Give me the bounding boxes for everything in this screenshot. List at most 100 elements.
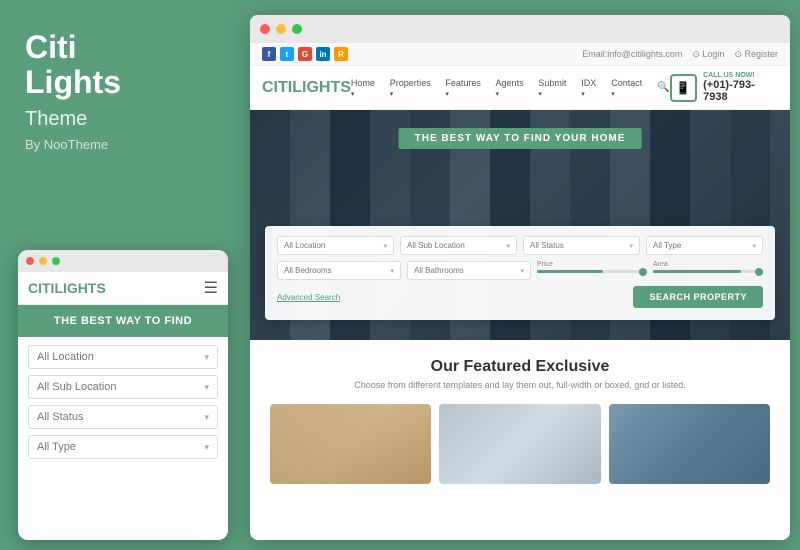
price-slider-track[interactable] <box>537 270 647 273</box>
mobile-dot-yellow <box>39 257 47 265</box>
nav-contact[interactable]: Contact <box>611 78 647 98</box>
property-image-2 <box>439 404 600 484</box>
topbar-social: f t G in R <box>262 47 348 61</box>
property-image-3 <box>609 404 770 484</box>
arrow-bedrooms: ▾ <box>390 267 394 275</box>
mobile-select-sublocation[interactable]: All Sub Location ▾ <box>28 375 218 399</box>
arrow-bathrooms: ▾ <box>520 267 524 275</box>
browser-mockup: f t G in R Email:info@citilights.com ⊙ L… <box>250 15 790 540</box>
price-slider-fill <box>537 270 603 273</box>
mobile-logo: CITILIGHTS <box>28 280 106 296</box>
left-panel: CitiLights Theme By NooTheme CITILIGHTS … <box>0 0 240 550</box>
featured-description: Choose from different templates and lay … <box>270 380 770 390</box>
price-slider-group: Price <box>537 261 647 280</box>
mobile-mockup: CITILIGHTS ☰ THE BEST WAY TO FIND All Lo… <box>18 250 228 540</box>
phone-icon: 📱 <box>670 74 698 102</box>
mobile-dot-red <box>26 257 34 265</box>
select-type[interactable]: All Type ▾ <box>646 236 763 255</box>
linkedin-icon[interactable]: in <box>316 47 330 61</box>
brand-title: CitiLights <box>25 30 215 100</box>
browser-titlebar <box>250 15 790 43</box>
mobile-dot-green <box>52 257 60 265</box>
brand-by: By NooTheme <box>25 137 215 152</box>
nav-search-icon[interactable]: 🔍 <box>657 82 669 93</box>
featured-section: Our Featured Exclusive Choose from diffe… <box>250 340 790 502</box>
nav-agents[interactable]: Agents <box>496 78 529 98</box>
mobile-select-status-label: All Status <box>37 411 83 423</box>
facebook-icon[interactable]: f <box>262 47 276 61</box>
search-property-button[interactable]: Search Property <box>633 286 763 308</box>
property-card-1[interactable] <box>270 404 431 484</box>
mobile-hero-banner: THE BEST WAY TO FIND <box>18 305 228 337</box>
property-image-1 <box>270 404 431 484</box>
nav-submit[interactable]: Submit <box>538 78 571 98</box>
phone-number: (+01)-793-7938 <box>703 79 778 103</box>
property-cards <box>270 404 770 484</box>
nav-features[interactable]: Features <box>445 78 485 98</box>
mobile-logo-citi: CITI <box>28 280 54 296</box>
mobile-select-arrow-2: ▾ <box>204 382 209 393</box>
mobile-menu-icon[interactable]: ☰ <box>204 278 218 298</box>
site-navbar: CITILIGHTS Home Properties Features Agen… <box>250 66 790 110</box>
search-row-2: All Bedrooms ▾ All Bathrooms ▾ Price Are… <box>277 261 763 280</box>
select-bathrooms[interactable]: All Bathrooms ▾ <box>407 261 531 280</box>
area-label: Area <box>653 261 763 268</box>
mobile-select-location-label: All Location <box>37 351 94 363</box>
topbar-register[interactable]: ⊙ Register <box>734 49 778 60</box>
topbar-login[interactable]: ⊙ Login <box>692 49 724 60</box>
featured-title: Our Featured Exclusive <box>270 358 770 376</box>
browser-dot-yellow[interactable] <box>276 24 286 34</box>
browser-dot-green[interactable] <box>292 24 302 34</box>
mobile-select-status[interactable]: All Status ▾ <box>28 405 218 429</box>
arrow-status: ▾ <box>629 242 633 250</box>
property-card-2[interactable] <box>439 404 600 484</box>
price-label: Price <box>537 261 647 268</box>
nav-home[interactable]: Home <box>351 78 380 98</box>
mobile-logo-lights: LIGHTS <box>54 280 105 296</box>
arrow-type: ▾ <box>752 242 756 250</box>
select-status[interactable]: All Status ▾ <box>523 236 640 255</box>
browser-dot-red[interactable] <box>260 24 270 34</box>
rss-icon[interactable]: R <box>334 47 348 61</box>
select-bedrooms[interactable]: All Bedrooms ▾ <box>277 261 401 280</box>
search-bottom: Advanced Search Search Property <box>277 286 763 308</box>
logo-citi: CITI <box>262 79 292 96</box>
search-form: All Location ▾ All Sub Location ▾ All St… <box>265 226 775 320</box>
mobile-select-arrow-1: ▾ <box>204 352 209 363</box>
twitter-icon[interactable]: t <box>280 47 294 61</box>
hero-tagline: THE BEST WAY TO FIND YOUR HOME <box>399 128 642 149</box>
area-slider-thumb[interactable] <box>755 268 763 276</box>
arrow-location: ▾ <box>383 242 387 250</box>
search-row-1: All Location ▾ All Sub Location ▾ All St… <box>277 236 763 255</box>
advanced-search-link[interactable]: Advanced Search <box>277 293 340 302</box>
mobile-select-arrow-3: ▾ <box>204 412 209 423</box>
mobile-select-arrow-4: ▾ <box>204 442 209 453</box>
arrow-sublocation: ▾ <box>506 242 510 250</box>
mobile-select-location[interactable]: All Location ▾ <box>28 345 218 369</box>
nav-properties[interactable]: Properties <box>390 78 436 98</box>
mobile-select-sublocation-label: All Sub Location <box>37 381 117 393</box>
googleplus-icon[interactable]: G <box>298 47 312 61</box>
mobile-select-type[interactable]: All Type ▾ <box>28 435 218 459</box>
area-slider-group: Area <box>653 261 763 280</box>
topbar-email: Email:info@citilights.com <box>582 49 682 59</box>
nav-links: Home Properties Features Agents Submit I… <box>351 78 670 98</box>
area-slider-fill <box>653 270 741 273</box>
mobile-form: All Location ▾ All Sub Location ▾ All St… <box>18 337 228 473</box>
logo-lights: LIGHTS <box>292 79 351 96</box>
area-slider-track[interactable] <box>653 270 763 273</box>
select-location[interactable]: All Location ▾ <box>277 236 394 255</box>
mobile-select-type-label: All Type <box>37 441 76 453</box>
nav-idx[interactable]: IDX <box>581 78 601 98</box>
mobile-logo-bar: CITILIGHTS ☰ <box>18 272 228 305</box>
nav-phone: 📱 CALL US NOW! (+01)-793-7938 <box>670 72 779 103</box>
brand-subtitle: Theme <box>25 108 215 131</box>
site-topbar: f t G in R Email:info@citilights.com ⊙ L… <box>250 43 790 66</box>
site-hero: THE BEST WAY TO FIND YOUR HOME All Locat… <box>250 110 790 340</box>
topbar-right: Email:info@citilights.com ⊙ Login ⊙ Regi… <box>582 49 778 60</box>
phone-label: CALL US NOW! <box>703 72 778 79</box>
property-card-3[interactable] <box>609 404 770 484</box>
site-logo: CITILIGHTS <box>262 79 351 97</box>
price-slider-thumb[interactable] <box>639 268 647 276</box>
select-sublocation[interactable]: All Sub Location ▾ <box>400 236 517 255</box>
